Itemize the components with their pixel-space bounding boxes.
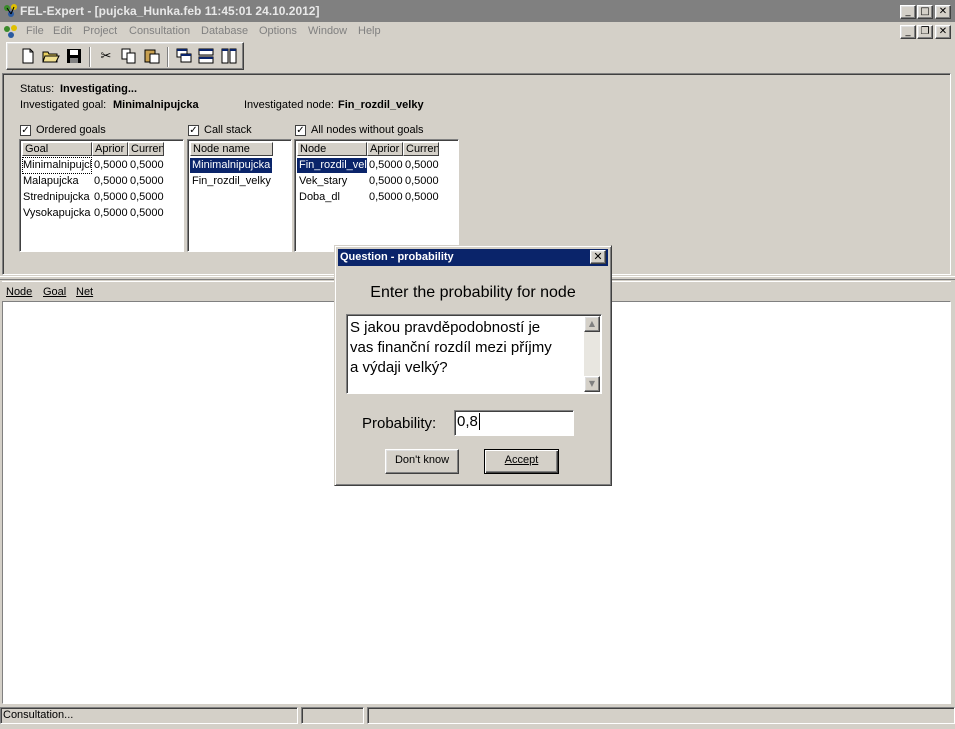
status-panel-2 (301, 707, 364, 724)
status-value: Investigating... (60, 83, 138, 95)
node-current-cell: 0,5000 (405, 175, 439, 187)
menu-help[interactable]: Help (358, 25, 381, 37)
goal-aprior-cell: 0,5000 (94, 175, 128, 187)
node-aprior-cell: 0,5000 (369, 175, 403, 187)
ordered-goals-label: Ordered goals (36, 124, 106, 136)
save-icon[interactable] (65, 48, 83, 66)
probability-input[interactable]: 0,8 (454, 410, 574, 436)
ordered-goals-list[interactable]: Goal Aprior Curren Minimalnipujck 0,5000… (19, 139, 184, 252)
node-current-cell: 0,5000 (405, 191, 439, 203)
column-header-aprior[interactable]: Aprior (367, 142, 403, 156)
dialog-title-bar: Question - probability ✕ (338, 249, 608, 266)
scroll-up-icon[interactable]: ▲ (584, 316, 600, 332)
investigated-node-label: Investigated node: (244, 99, 334, 111)
tab-goal[interactable]: Goal (43, 286, 66, 298)
new-icon[interactable] (19, 48, 37, 66)
node-aprior-cell: 0,5000 (369, 159, 403, 171)
copy-icon[interactable] (120, 48, 138, 66)
ordered-goals-checkbox[interactable]: ✓ (20, 125, 31, 136)
all-nodes-checkbox[interactable]: ✓ (295, 125, 306, 136)
menu-bar: File Edit Project Consultation Database … (0, 22, 955, 41)
paste-icon[interactable] (143, 48, 161, 66)
app-icon (3, 3, 19, 19)
window-title: FEL-Expert - [pujcka_Hunka.feb 11:45:01 … (20, 4, 320, 18)
goal-current-cell: 0,5000 (130, 175, 164, 187)
investigated-goal-value: Minimalnipujcka (113, 99, 199, 111)
column-header-goal[interactable]: Goal (22, 142, 92, 156)
accept-button[interactable]: Accept (484, 449, 559, 474)
goal-current-cell: 0,5000 (130, 159, 164, 171)
cut-icon[interactable]: ✂ (97, 48, 115, 66)
goal-name-cell[interactable]: Strednipujcka (23, 190, 91, 205)
node-name-cell[interactable]: Doba_dl (299, 190, 367, 205)
goal-name-cell[interactable]: Malapujcka (23, 174, 91, 189)
text-cursor (478, 413, 480, 430)
tab-net[interactable]: Net (76, 286, 93, 298)
menu-edit[interactable]: Edit (53, 25, 72, 37)
toolbar-separator (167, 47, 169, 67)
dialog-close-icon[interactable]: ✕ (590, 250, 606, 264)
mdi-restore-icon[interactable]: ❐ (917, 25, 933, 39)
minimize-icon[interactable]: _ (900, 5, 916, 19)
all-nodes-label: All nodes without goals (311, 124, 424, 136)
goal-current-cell: 0,5000 (130, 207, 164, 219)
menu-window[interactable]: Window (308, 25, 347, 37)
question-textbox[interactable]: S jakou pravděpodobností je vas finanční… (346, 314, 602, 394)
call-stack-checkbox[interactable]: ✓ (188, 125, 199, 136)
maximize-icon[interactable]: □ (917, 5, 933, 19)
tile-vertical-icon[interactable] (220, 48, 238, 66)
node-current-cell: 0,5000 (405, 159, 439, 171)
all-nodes-list[interactable]: Node Aprior Curren Fin_rozdil_velk 0,500… (294, 139, 459, 252)
tile-horizontal-icon[interactable] (197, 48, 215, 66)
close-icon[interactable]: ✕ (935, 5, 951, 19)
call-stack-item[interactable]: Fin_rozdil_velky (190, 174, 288, 189)
probability-dialog: Question - probability ✕ Enter the proba… (334, 245, 612, 486)
status-panel-3 (367, 707, 955, 724)
call-stack-item[interactable]: Minimalnipujcka (190, 158, 272, 173)
column-header-aprior[interactable]: Aprior (92, 142, 128, 156)
column-header-node[interactable]: Node (297, 142, 367, 156)
scroll-down-icon[interactable]: ▼ (584, 376, 600, 392)
menu-options[interactable]: Options (259, 25, 297, 37)
goal-aprior-cell: 0,5000 (94, 207, 128, 219)
probability-label: Probability: (362, 415, 437, 432)
call-stack-label: Call stack (204, 124, 252, 136)
node-name-cell[interactable]: Vek_stary (299, 174, 367, 189)
node-aprior-cell: 0,5000 (369, 191, 403, 203)
goal-aprior-cell: 0,5000 (94, 159, 128, 171)
title-bar: FEL-Expert - [pujcka_Hunka.feb 11:45:01 … (0, 0, 955, 22)
investigated-goal-label: Investigated goal: (20, 99, 107, 111)
mdi-close-icon[interactable]: ✕ (935, 25, 951, 39)
cascade-icon[interactable] (175, 48, 193, 66)
dialog-title: Question - probability (340, 251, 454, 263)
status-text: Consultation... (0, 707, 298, 724)
investigated-node-value: Fin_rozdil_velky (338, 99, 424, 111)
dialog-prompt: Enter the probability for node (370, 284, 576, 301)
column-header-current[interactable]: Curren (403, 142, 439, 156)
toolbar: ✂ (6, 42, 244, 70)
question-text: S jakou pravděpodobností je vas finanční… (350, 319, 552, 376)
menu-project[interactable]: Project (83, 25, 117, 37)
document-icon[interactable] (3, 24, 19, 40)
goal-name-cell[interactable]: Minimalnipujck (22, 157, 92, 174)
mdi-minimize-icon[interactable]: _ (900, 25, 916, 39)
goal-name-cell[interactable]: Vysokapujcka (23, 206, 91, 221)
open-icon[interactable] (42, 48, 60, 66)
menu-file[interactable]: File (26, 25, 44, 37)
toolbar-separator (89, 47, 91, 67)
call-stack-list[interactable]: Node name Minimalnipujcka Fin_rozdil_vel… (187, 139, 292, 252)
column-header-current[interactable]: Curren (128, 142, 164, 156)
status-label: Status: (20, 83, 55, 95)
question-scrollbar[interactable]: ▲ ▼ (584, 316, 600, 392)
menu-consultation[interactable]: Consultation (129, 25, 190, 37)
probability-value: 0,8 (457, 413, 478, 430)
dont-know-button[interactable]: Don't know (385, 449, 459, 474)
goal-aprior-cell: 0,5000 (94, 191, 128, 203)
menu-database[interactable]: Database (201, 25, 248, 37)
status-bar: Consultation... (0, 707, 955, 725)
column-header-node-name[interactable]: Node name (190, 142, 273, 156)
tab-node[interactable]: Node (6, 286, 32, 298)
goal-current-cell: 0,5000 (130, 191, 164, 203)
node-name-cell[interactable]: Fin_rozdil_velk (297, 158, 367, 173)
